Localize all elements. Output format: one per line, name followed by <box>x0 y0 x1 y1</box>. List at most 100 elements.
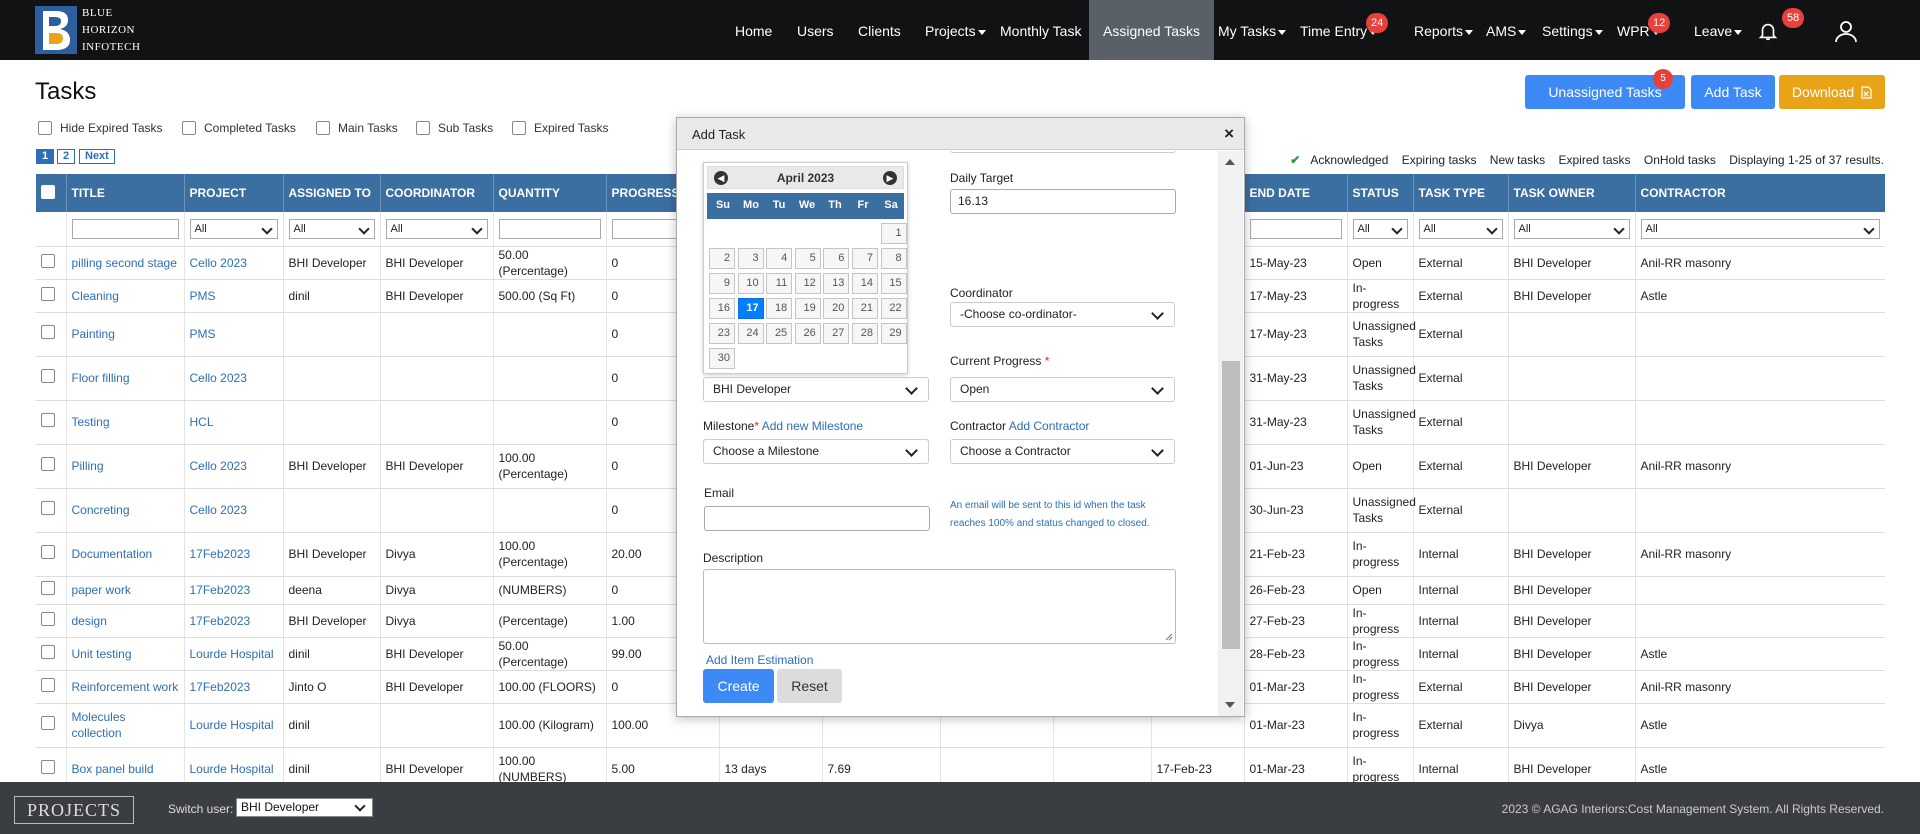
nav-projects[interactable]: Projects <box>925 0 986 60</box>
project-cell[interactable]: Cello 2023 <box>184 444 284 489</box>
task-title-cell[interactable]: paper work <box>66 576 185 605</box>
nav-my-tasks[interactable]: My Tasks <box>1218 0 1286 60</box>
email-input[interactable] <box>704 506 930 531</box>
calendar-day[interactable]: 29 <box>880 323 907 344</box>
company-logo[interactable]: BLUE HORIZON INFOTECH <box>34 5 144 55</box>
add-task-button[interactable]: Add Task <box>1691 75 1775 109</box>
task-title-cell[interactable]: pilling second stage <box>66 246 185 280</box>
project-cell[interactable]: PMS <box>184 312 284 357</box>
project-cell[interactable]: Cello 2023 <box>184 488 284 533</box>
scroll-down-icon[interactable] <box>1225 702 1235 708</box>
next-page-link[interactable]: Next <box>79 149 115 164</box>
daily-target-input[interactable]: 16.13 <box>950 189 1176 214</box>
row-checkbox[interactable] <box>41 413 55 427</box>
row-checkbox[interactable] <box>41 677 55 692</box>
coordinator-filter-select[interactable]: All <box>385 218 488 239</box>
checkbox[interactable] <box>182 121 196 135</box>
task-title-cell[interactable]: Concreting <box>66 488 185 533</box>
row-checkbox[interactable] <box>41 501 55 515</box>
nav-users[interactable]: Users <box>797 0 834 60</box>
task-title-cell[interactable]: design <box>66 604 185 638</box>
project-filter-select[interactable]: All <box>189 218 278 239</box>
task-title-cell[interactable]: Pilling <box>66 444 185 489</box>
nav-assigned-tasks[interactable]: Assigned Tasks <box>1089 0 1215 60</box>
project-cell[interactable]: 17Feb2023 <box>184 604 284 638</box>
row-checkbox[interactable] <box>41 286 55 301</box>
close-icon[interactable]: × <box>1224 124 1234 144</box>
checkbox[interactable] <box>38 121 52 135</box>
checkbox[interactable] <box>416 121 430 135</box>
milestone-select[interactable]: Choose a Milestone <box>703 439 929 464</box>
checkbox[interactable] <box>512 121 526 135</box>
calendar-day[interactable]: 7 <box>852 248 878 269</box>
calendar-day[interactable]: 28 <box>852 323 878 344</box>
col-assigned-to[interactable]: ASSIGNED TO <box>283 174 381 212</box>
calendar-day[interactable]: 16 <box>709 298 735 319</box>
project-cell[interactable]: 17Feb2023 <box>184 576 284 605</box>
calendar-day[interactable]: 13 <box>823 273 850 294</box>
nav-monthly-task[interactable]: Monthly Task <box>1000 0 1081 60</box>
filter-hide-expired[interactable]: Hide Expired Tasks <box>38 121 163 135</box>
nav-ams[interactable]: AMS <box>1486 0 1526 60</box>
project-cell[interactable]: Lourde Hospital <box>184 747 284 782</box>
calendar-day[interactable]: 18 <box>766 298 793 319</box>
calendar-day[interactable]: 3 <box>737 248 764 269</box>
page-1-link[interactable]: 1 <box>36 149 55 164</box>
calendar-day[interactable]: 8 <box>880 248 907 269</box>
col-quantity[interactable]: QUANTITY <box>493 174 607 212</box>
project-cell[interactable]: Lourde Hospital <box>184 703 284 748</box>
row-checkbox[interactable] <box>41 369 55 383</box>
col-status[interactable]: STATUS <box>1347 174 1414 212</box>
calendar-day[interactable]: 26 <box>794 323 821 344</box>
title-filter-input[interactable] <box>71 218 179 239</box>
reset-button[interactable]: Reset <box>777 669 842 703</box>
calendar-day[interactable]: 23 <box>709 323 735 344</box>
project-cell[interactable]: 17Feb2023 <box>184 670 284 704</box>
calendar-day[interactable]: 5 <box>794 248 821 269</box>
filter-expired[interactable]: Expired Tasks <box>512 121 608 135</box>
task-title-cell[interactable]: Floor filling <box>66 356 185 401</box>
table-row[interactable]: Box panel build Lourde Hospital dinil BHI D… <box>36 747 1885 782</box>
scroll-thumb[interactable] <box>1222 361 1240 649</box>
filter-main-tasks[interactable]: Main Tasks <box>316 121 398 135</box>
quantity-filter-input[interactable] <box>498 218 601 239</box>
row-checkbox[interactable] <box>41 545 55 559</box>
calendar-day[interactable]: 22 <box>880 298 907 319</box>
end-date-filter-input[interactable] <box>1249 218 1342 239</box>
calendar-day[interactable]: 19 <box>794 298 821 319</box>
calendar-day[interactable]: 14 <box>852 273 878 294</box>
scroll-up-icon[interactable] <box>1225 159 1235 165</box>
create-button[interactable]: Create <box>703 669 774 703</box>
project-cell[interactable]: 17Feb2023 <box>184 532 284 577</box>
col-task-type[interactable]: TASK TYPE <box>1413 174 1509 212</box>
project-cell[interactable]: Cello 2023 <box>184 246 284 280</box>
row-checkbox[interactable] <box>41 325 55 339</box>
filter-sub-tasks[interactable]: Sub Tasks <box>416 121 493 135</box>
project-cell[interactable]: HCL <box>184 400 284 445</box>
checkbox[interactable] <box>316 121 330 135</box>
type-filter-select[interactable]: All <box>1418 218 1503 239</box>
task-title-cell[interactable]: Painting <box>66 312 185 357</box>
nav-reports[interactable]: Reports <box>1414 0 1473 60</box>
calendar-day[interactable]: 9 <box>709 273 735 294</box>
nav-time-entry[interactable]: Time Entry <box>1300 0 1377 60</box>
col-end-date[interactable]: END DATE <box>1244 174 1348 212</box>
row-checkbox[interactable] <box>41 611 55 626</box>
modal-scrollbar[interactable] <box>1218 151 1243 716</box>
contractor-select[interactable]: Choose a Contractor <box>950 439 1175 464</box>
switch-user-select[interactable]: BHI Developer <box>236 798 373 817</box>
task-title-cell[interactable]: Documentation <box>66 532 185 577</box>
page-2-link[interactable]: 2 <box>57 149 76 164</box>
download-button[interactable]: Download <box>1779 75 1885 109</box>
task-title-cell[interactable]: Cleaning <box>66 279 185 313</box>
unassigned-tasks-button[interactable]: Unassigned Tasks 5 <box>1525 69 1685 109</box>
calendar-day[interactable]: 6 <box>823 248 850 269</box>
row-checkbox[interactable] <box>41 644 55 659</box>
current-progress-select[interactable]: Open <box>950 377 1175 402</box>
calendar-day[interactable]: 15 <box>880 273 907 294</box>
add-contractor-link[interactable]: Add Contractor <box>1009 419 1090 433</box>
row-checkbox[interactable] <box>41 581 55 595</box>
calendar-day[interactable]: 20 <box>823 298 850 319</box>
calendar-day[interactable]: 11 <box>766 273 793 294</box>
task-title-cell[interactable]: Testing <box>66 400 185 445</box>
